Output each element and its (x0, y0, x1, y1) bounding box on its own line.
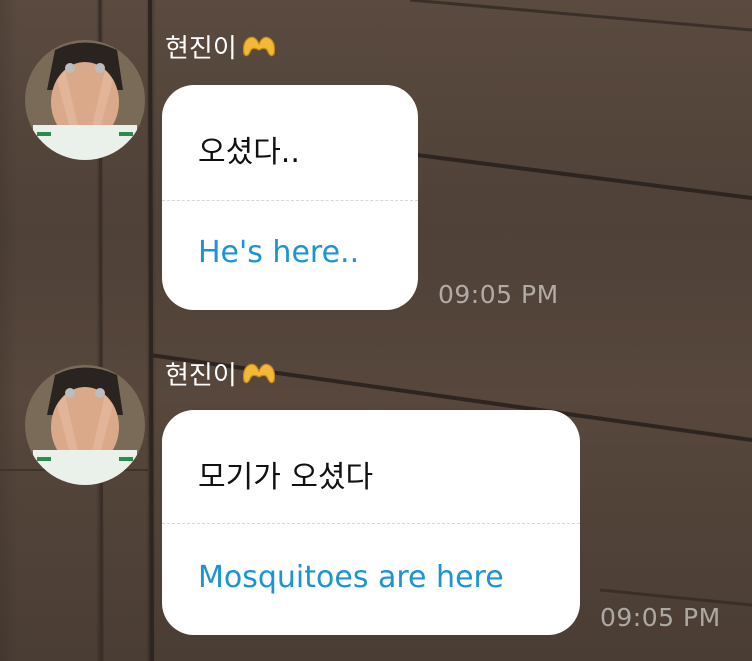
heart-hands-icon (241, 32, 277, 62)
translation-divider (162, 200, 418, 201)
sender-avatar[interactable] (25, 365, 145, 485)
message-translation-text: Mosquitoes are here (198, 560, 504, 595)
message-bubble[interactable]: 오셨다.. He's here.. (162, 85, 418, 310)
sender-avatar[interactable] (25, 40, 145, 160)
sender-name: 현진이 (165, 355, 277, 392)
sender-name-text: 현진이 (165, 361, 237, 391)
message-translation-text: He's here.. (198, 235, 360, 270)
sender-name: 현진이 (165, 28, 277, 65)
message-original-text: 오셨다.. (198, 135, 300, 170)
message-timestamp: 09:05 PM (438, 280, 559, 309)
message-bubble[interactable]: 모기가 오셨다 Mosquitoes are here (162, 410, 580, 635)
message-original-text: 모기가 오셨다 (198, 460, 374, 495)
translation-divider (162, 523, 580, 524)
heart-hands-icon (241, 359, 277, 389)
message-timestamp: 09:05 PM (600, 603, 721, 632)
sender-name-text: 현진이 (165, 34, 237, 64)
